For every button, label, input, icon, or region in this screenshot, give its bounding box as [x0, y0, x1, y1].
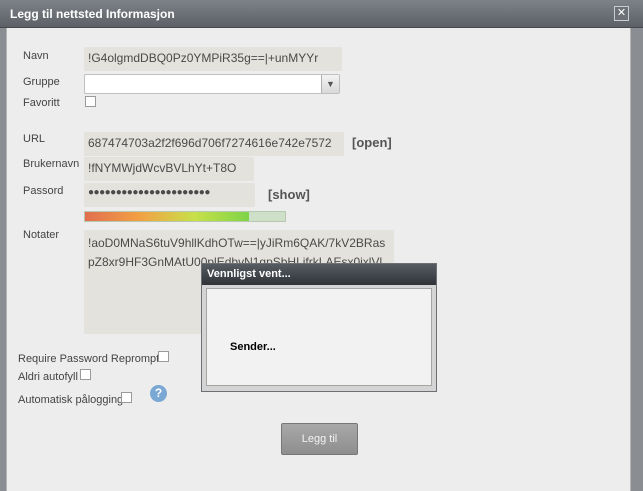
dialog-content: Navn !G4olgmdDBQ0Pz0YMPiR35g==|+unMYYr G…: [6, 28, 631, 491]
password-field[interactable]: ●●●●●●●●●●●●●●●●●●●●●●: [84, 183, 255, 207]
name-field[interactable]: !G4olgmdDBQ0Pz0YMPiR35g==|+unMYYr: [84, 47, 342, 71]
password-strength-meter: [84, 211, 286, 222]
password-strength-fill: [85, 212, 249, 221]
reprompt-checkbox[interactable]: [158, 351, 169, 362]
name-label: Navn: [23, 50, 49, 62]
help-icon[interactable]: ?: [150, 385, 167, 402]
add-site-dialog: Legg til nettsted Informasjon ✕ Navn !G4…: [0, 0, 643, 491]
favorite-checkbox[interactable]: [85, 96, 96, 107]
reprompt-label: Require Password Reprompt: [18, 353, 160, 365]
sending-message: Sender...: [230, 341, 276, 353]
auto-login-checkbox[interactable]: [121, 392, 132, 403]
group-select[interactable]: ▼: [84, 74, 340, 94]
open-url-button[interactable]: [open]: [352, 135, 392, 150]
url-field[interactable]: 687474703a2f2f696d706f7274616e742e7572: [84, 132, 344, 156]
add-button[interactable]: Legg til: [281, 423, 358, 455]
never-autofill-checkbox[interactable]: [80, 369, 91, 380]
favorite-label: Favoritt: [23, 97, 60, 109]
notes-label: Notater: [23, 229, 60, 241]
dialog-title: Legg til nettsted Informasjon: [10, 7, 175, 21]
show-password-button[interactable]: [show]: [268, 187, 310, 202]
url-label: URL: [23, 133, 46, 145]
username-field[interactable]: !fNYMWjdWcvBVLhYt+T8O: [84, 157, 254, 181]
dialog-titlebar: Legg til nettsted Informasjon ✕: [0, 0, 643, 28]
close-icon[interactable]: ✕: [614, 6, 629, 21]
please-wait-dialog: Vennligst vent... Sender...: [201, 263, 437, 392]
please-wait-body: Sender...: [206, 288, 432, 386]
username-label: Brukernavn: [23, 158, 80, 170]
never-autofill-label: Aldri autofyll: [18, 371, 78, 383]
password-label: Passord: [23, 185, 64, 197]
group-label: Gruppe: [23, 76, 60, 88]
please-wait-title: Vennligst vent...: [202, 264, 436, 285]
auto-login-label: Automatisk pålogging: [18, 394, 124, 406]
chevron-down-icon[interactable]: ▼: [321, 75, 339, 93]
